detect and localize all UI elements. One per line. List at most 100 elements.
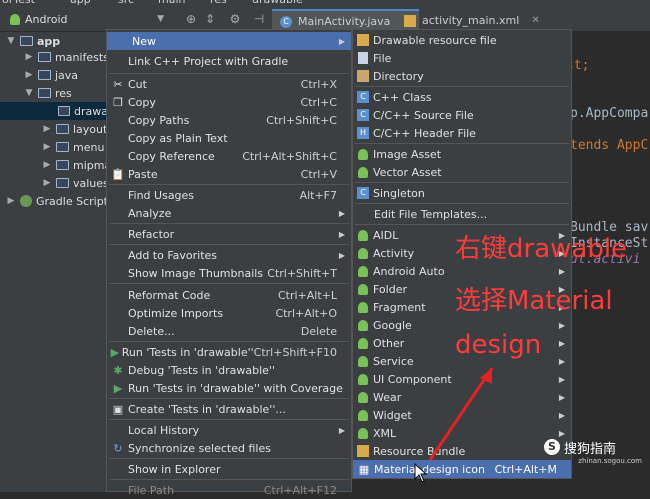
submenu-item-image-asset[interactable]: Image Asset: [353, 145, 571, 163]
menu-item-copy[interactable]: ❐ Copy Ctrl+C: [107, 93, 351, 111]
menu-item-find-usages[interactable]: Find Usages Alt+F7: [107, 186, 351, 204]
submenu-item-c-header[interactable]: H C/C++ Header File: [353, 124, 571, 142]
annotation-line-3: design: [455, 330, 542, 360]
annotation-arrow-icon: [428, 367, 494, 461]
menu-item-analyze[interactable]: Analyze ▶: [107, 204, 351, 222]
android-icon: [358, 409, 368, 421]
submenu-arrow-icon: ▶: [558, 374, 565, 384]
folder-icon: [357, 70, 369, 82]
menu-item-copy-plain[interactable]: Copy as Plain Text: [107, 129, 351, 147]
collapsed-arrow-icon[interactable]: ▶: [42, 124, 52, 134]
hide-icon[interactable]: ⊣: [252, 12, 266, 26]
tree-item-mipmap[interactable]: ▶ mipma: [42, 156, 112, 174]
collapsed-arrow-icon[interactable]: ▶: [24, 52, 34, 62]
android-icon: [358, 355, 368, 367]
tree-item-menu[interactable]: ▶ menu: [42, 138, 105, 156]
tree-item-manifests[interactable]: ▶ manifests: [24, 48, 109, 66]
tree-item-gradle-scripts[interactable]: ▶ Gradle Script: [6, 192, 108, 210]
android-icon: [358, 373, 368, 385]
menu-item-optimize-imports[interactable]: Optimize Imports Ctrl+Alt+O: [107, 304, 351, 322]
android-icon: [358, 148, 368, 160]
tree-item-drawable[interactable]: drawa: [0, 102, 108, 120]
submenu-item-file[interactable]: File: [353, 49, 571, 67]
submenu-item-cpp-class[interactable]: C C++ Class: [353, 88, 571, 106]
android-icon: [358, 265, 368, 277]
sogou-logo-icon: S: [544, 439, 560, 455]
android-icon: [358, 427, 368, 439]
tree-item-layout[interactable]: ▶ layout: [42, 120, 108, 138]
menu-item-paste[interactable]: 📋 Paste Ctrl+V: [107, 165, 351, 183]
collapsed-arrow-icon[interactable]: ▶: [6, 196, 16, 206]
menu-item-local-history[interactable]: Local History ▶: [107, 421, 351, 439]
tree-item-res[interactable]: ▼ res: [24, 84, 72, 102]
folder-icon: [58, 106, 71, 116]
project-view-label: Android: [25, 12, 68, 26]
run-icon: ▶: [110, 345, 120, 359]
submenu-arrow-icon: ▶: [558, 338, 565, 348]
menu-item-copy-reference[interactable]: Copy Reference Ctrl+Alt+Shift+C: [107, 147, 351, 165]
folder-icon: [38, 88, 51, 98]
collapse-icon[interactable]: ⇕: [203, 12, 217, 26]
menu-item-add-favorites[interactable]: Add to Favorites ▶: [107, 246, 351, 264]
resource-bundle-icon: [357, 445, 369, 457]
folder-icon: [56, 124, 69, 134]
menu-item-file-path[interactable]: File Path Ctrl+Alt+F12: [107, 481, 351, 499]
submenu-item-directory[interactable]: Directory: [353, 67, 571, 85]
c-header-icon: H: [357, 127, 369, 139]
menu-item-run-coverage[interactable]: ▶ Run 'Tests in 'drawable'' with Coverage: [107, 379, 351, 397]
submenu-arrow-icon: ▶: [338, 425, 345, 435]
file-icon: [358, 52, 368, 64]
project-view-selector[interactable]: Android ▼: [2, 9, 170, 29]
chevron-down-icon: ▼: [157, 14, 164, 24]
submenu-item-vector-asset[interactable]: Vector Asset: [353, 163, 571, 181]
collapsed-arrow-icon[interactable]: ▶: [42, 142, 52, 152]
menu-item-delete[interactable]: Delete... Delete: [107, 322, 351, 340]
menu-item-new[interactable]: New ▶: [107, 32, 351, 50]
menu-item-debug-tests[interactable]: ✱ Debug 'Tests in 'drawable'': [107, 361, 351, 379]
submenu-arrow-icon: ▶: [338, 36, 345, 46]
folder-icon: [56, 142, 69, 152]
resource-file-icon: [357, 34, 369, 46]
menu-item-link-cpp[interactable]: Link C++ Project with Gradle: [107, 52, 351, 70]
watermark: S 搜狗指南: [544, 436, 644, 458]
menu-item-refactor[interactable]: Refactor ▶: [107, 225, 351, 243]
code-line: p.AppCompa: [570, 106, 649, 121]
collapsed-arrow-icon[interactable]: ▶: [42, 178, 52, 188]
gear-icon[interactable]: ⚙: [228, 12, 242, 26]
submenu-arrow-icon: ▶: [338, 208, 345, 218]
sync-icon: ↻: [113, 441, 123, 455]
submenu-arrow-icon: ▶: [558, 266, 565, 276]
menu-item-show-explorer[interactable]: Show in Explorer: [107, 460, 351, 478]
collapsed-arrow-icon[interactable]: ▶: [24, 70, 34, 80]
menu-item-reformat[interactable]: Reformat Code Ctrl+Alt+L: [107, 286, 351, 304]
submenu-item-singleton[interactable]: C Singleton: [353, 184, 571, 202]
collapsed-arrow-icon[interactable]: ▶: [42, 160, 52, 170]
material-icon: ▦: [358, 462, 370, 476]
module-folder-icon: [20, 36, 33, 46]
android-icon: [358, 301, 368, 313]
android-icon: [10, 13, 20, 25]
close-icon[interactable]: ✕: [531, 15, 539, 26]
menu-item-create-tests[interactable]: ▣ Create 'Tests in 'drawable''...: [107, 400, 351, 418]
menu-item-run-tests[interactable]: ▶ Run 'Tests in 'drawable'' Ctrl+Shift+F10: [107, 343, 351, 361]
submenu-item-drawable-resource[interactable]: Drawable resource file: [353, 31, 571, 49]
submenu-item-edit-templates[interactable]: Edit File Templates...: [353, 205, 571, 223]
android-icon: [358, 229, 368, 241]
tab-label: MainActivity.java: [298, 15, 391, 28]
submenu-arrow-icon: ▶: [558, 392, 565, 402]
menu-item-copy-paths[interactable]: Copy Paths Ctrl+Shift+C: [107, 111, 351, 129]
annotation-line-2: 选择Material: [455, 286, 613, 316]
copy-icon: ❐: [113, 95, 123, 109]
annotation-line-1: 右键drawable: [455, 234, 628, 264]
submenu-item-c-source[interactable]: C C/C++ Source File: [353, 106, 571, 124]
cut-icon: ✂: [113, 77, 123, 91]
expand-arrow-icon[interactable]: ▼: [24, 88, 34, 98]
expand-arrow-icon[interactable]: ▼: [6, 36, 16, 46]
tree-item-values[interactable]: ▶ values: [42, 174, 109, 192]
tree-item-java[interactable]: ▶ java: [24, 66, 79, 84]
menu-item-show-thumbnails[interactable]: Show Image Thumbnails Ctrl+Shift+T: [107, 264, 351, 282]
sync-icon[interactable]: ⊕: [184, 12, 198, 26]
folder-icon: [56, 178, 69, 188]
menu-item-cut[interactable]: ✂ Cut Ctrl+X: [107, 75, 351, 93]
menu-item-synchronize[interactable]: ↻ Synchronize selected files: [107, 439, 351, 457]
